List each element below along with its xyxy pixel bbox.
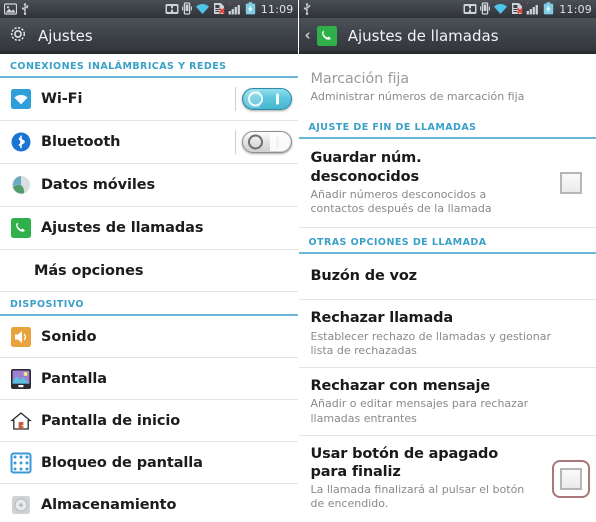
row-title: Rechazar llamada: [310, 310, 454, 327]
row-subtitle: Administrar números de marcación fija: [310, 90, 525, 104]
call-row-reject-with-message[interactable]: Rechazar con mensaje Añadir o editar men…: [298, 368, 596, 436]
list-top-spacer: [298, 54, 596, 62]
nfc-icon: [165, 0, 179, 19]
call-settings-list[interactable]: Marcación fija Administrar números de ma…: [298, 54, 596, 522]
page-title: Ajustes de llamadas: [347, 26, 499, 45]
settings-row-display[interactable]: Pantalla: [0, 358, 298, 400]
speaker-icon: [10, 326, 32, 348]
settings-row-bluetooth[interactable]: Bluetooth: [0, 121, 298, 164]
settings-row-screen-lock[interactable]: Bloqueo de pantalla: [0, 442, 298, 484]
action-bar-left: Ajustes: [0, 18, 298, 54]
bluetooth-toggle[interactable]: [241, 131, 292, 153]
back-chevron-icon[interactable]: ‹: [305, 28, 311, 43]
settings-row-label: Bloqueo de pantalla: [41, 454, 203, 471]
home-icon: [10, 410, 32, 432]
section-header-other-call-options: OTRAS OPCIONES DE LLAMADA: [298, 228, 596, 255]
section-header-call-end: AJUSTE DE FIN DE LLAMADAS: [298, 113, 596, 140]
cellular-signal-icon: [526, 0, 540, 19]
vibrate-icon: [181, 0, 192, 19]
section-header-device: DISPOSITIVO: [0, 292, 298, 316]
settings-row-mobile-data[interactable]: Datos móviles: [0, 164, 298, 207]
settings-row-wifi[interactable]: Wi-Fi: [0, 78, 298, 121]
phone-icon: [316, 25, 338, 47]
power-button-ends-call-focus-ring[interactable]: [552, 459, 590, 498]
status-bar-right-icons: 11:09: [463, 0, 592, 19]
page-title: Ajustes: [38, 26, 93, 45]
usb-icon: [303, 0, 311, 19]
wifi-icon: [10, 88, 32, 110]
toggle-knob-circle: [247, 134, 263, 150]
save-unknown-numbers-checkbox[interactable]: [560, 172, 582, 195]
settings-row-label: Ajustes de llamadas: [41, 220, 204, 236]
toggle-knob-bar: [275, 136, 279, 148]
row-subtitle: Establecer rechazo de llamadas y gestion…: [310, 329, 552, 357]
mobile-data-icon: [10, 174, 32, 196]
row-subtitle: La llamada finalizará al pulsar el botón…: [310, 483, 525, 511]
settings-row-label: Almacenamiento: [41, 496, 177, 513]
row-title: Usar botón de apagado para finaliz: [310, 445, 499, 480]
row-divider: [234, 130, 236, 154]
status-bar-left-icons: [3, 0, 29, 19]
gear-icon: [8, 24, 28, 48]
left-phone-screen: 11:09 Ajustes CONEXIONES INALÁMBRICAS Y …: [0, 0, 299, 522]
action-bar-underline: [298, 51, 596, 53]
toggle-knob-circle: [247, 91, 263, 107]
storage-icon: [10, 494, 32, 516]
settings-row-label: Bluetooth: [41, 134, 121, 150]
image-icon: [3, 0, 18, 19]
battery-charging-icon: [543, 0, 554, 19]
settings-row-sound[interactable]: Sonido: [0, 316, 298, 358]
right-phone-screen: 11:09 ‹ Ajustes de llamadas Marcación fi…: [298, 0, 596, 522]
action-bar-right: ‹ Ajustes de llamadas: [298, 18, 596, 54]
settings-row-label: Más opciones: [34, 262, 144, 279]
call-row-voicemail[interactable]: Buzón de voz: [298, 254, 596, 301]
call-row-save-unknown-numbers[interactable]: Guardar núm. desconocidos Añadir números…: [298, 139, 596, 229]
display-icon: [10, 368, 32, 390]
settings-row-home-screen[interactable]: Pantalla de inicio: [0, 400, 298, 442]
status-bar-clock: 11:09: [260, 2, 294, 16]
dual-screenshot-container: 11:09 Ajustes CONEXIONES INALÁMBRICAS Y …: [0, 0, 596, 522]
call-row-reject-call[interactable]: Rechazar llamada Establecer rechazo de l…: [298, 300, 596, 369]
section-header-wireless: CONEXIONES INALÁMBRICAS Y REDES: [0, 54, 298, 78]
status-bar-right: 11:09: [298, 0, 596, 19]
wifi-signal-icon: [493, 0, 508, 19]
nfc-icon: [463, 0, 477, 19]
bluetooth-icon: [10, 131, 32, 153]
settings-row-label: Pantalla: [41, 370, 107, 387]
settings-row-label: Wi-Fi: [41, 91, 83, 107]
row-title: Rechazar con mensaje: [310, 378, 491, 395]
settings-list-left[interactable]: CONEXIONES INALÁMBRICAS Y REDES Wi-Fi Bl…: [0, 54, 298, 522]
settings-row-label: Datos móviles: [41, 177, 156, 193]
screen-lock-icon: [10, 452, 32, 474]
row-title: Buzón de voz: [310, 268, 418, 285]
settings-row-label: Pantalla de inicio: [41, 412, 181, 429]
status-bar-left-icons: [303, 0, 311, 19]
sim-error-icon: [213, 0, 225, 19]
settings-row-call-settings[interactable]: Ajustes de llamadas: [0, 207, 298, 250]
call-row-fixed-dialing[interactable]: Marcación fija Administrar números de ma…: [298, 62, 596, 114]
status-bar-right-icons: 11:09: [165, 0, 294, 19]
row-divider: [234, 87, 236, 111]
toggle-knob-bar: [275, 93, 279, 105]
wifi-signal-icon: [195, 0, 210, 19]
call-row-power-button-ends-call[interactable]: Usar botón de apagado para finaliz La ll…: [298, 435, 596, 522]
row-title: Marcación fija: [310, 71, 410, 87]
battery-charging-icon: [245, 0, 256, 19]
sim-error-icon: [511, 0, 524, 19]
status-bar-clock: 11:09: [559, 2, 592, 16]
status-bar-left: 11:09: [0, 0, 298, 18]
row-title: Guardar núm. desconocidos: [310, 150, 422, 185]
settings-row-storage[interactable]: Almacenamiento: [0, 484, 298, 522]
settings-row-more-options[interactable]: Más opciones: [0, 250, 298, 292]
action-bar-underline: [0, 51, 298, 53]
row-subtitle: Añadir números desconocidos a contactos …: [310, 187, 492, 215]
cellular-signal-icon: [228, 0, 242, 19]
wifi-toggle[interactable]: [241, 88, 292, 110]
settings-row-label: Sonido: [41, 328, 97, 345]
usb-icon: [21, 0, 29, 19]
power-button-ends-call-checkbox[interactable]: [560, 467, 582, 490]
row-subtitle: Añadir o editar mensajes para rechazar l…: [310, 397, 529, 425]
vibrate-icon: [480, 0, 491, 19]
phone-icon: [10, 217, 32, 239]
